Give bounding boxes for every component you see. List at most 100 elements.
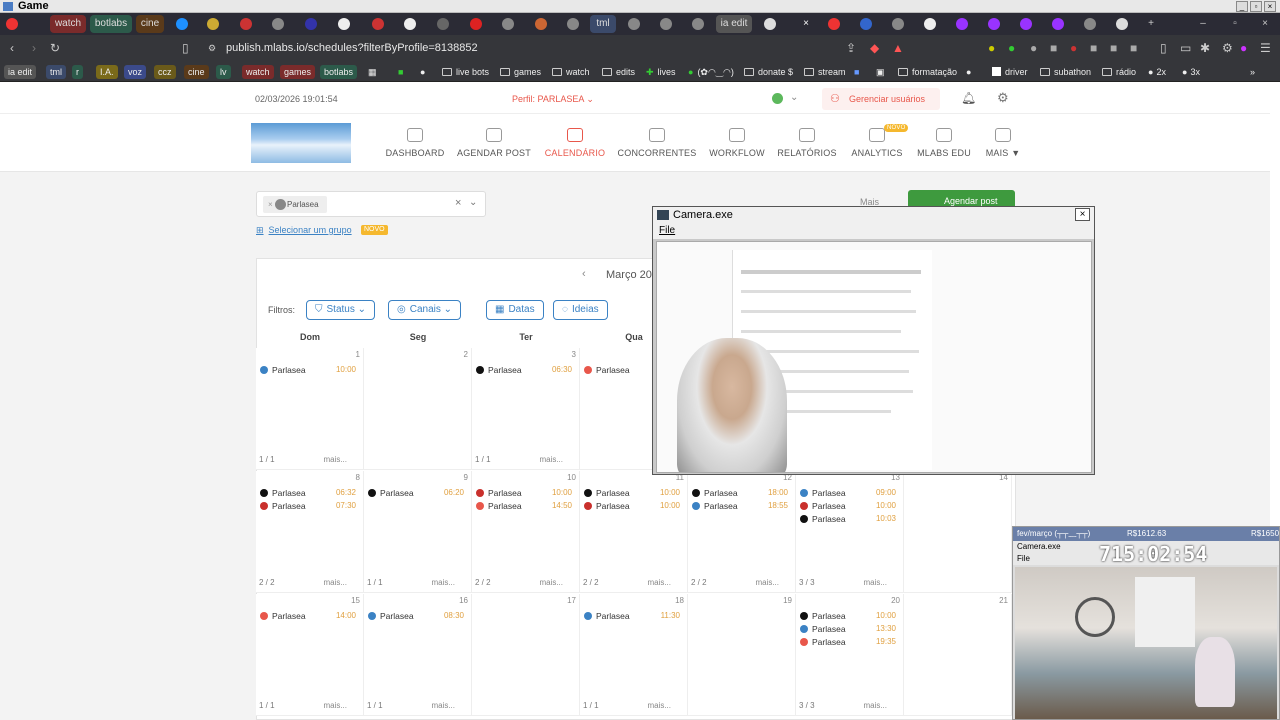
bookmark-item[interactable]: watch	[242, 65, 274, 79]
brave-icon[interactable]: ◆	[870, 41, 879, 55]
nav-dashboard[interactable]: DASHBOARD	[370, 128, 460, 158]
tab-icon[interactable]	[892, 18, 904, 30]
tab-icon[interactable]	[692, 18, 704, 30]
tab-icon[interactable]	[404, 18, 416, 30]
back-icon[interactable]: ‹	[10, 41, 14, 55]
reload-icon[interactable]: ↻	[50, 41, 60, 55]
bookmark-folder[interactable]: rádio	[1102, 65, 1136, 79]
wallet-icon[interactable]: ▭	[1180, 41, 1191, 55]
bookmark-folder[interactable]: subathon	[1040, 65, 1091, 79]
scheduled-post[interactable]: Parlasea 14:00	[260, 611, 360, 621]
prev-month-icon[interactable]: ‹	[582, 268, 586, 280]
extension-icon[interactable]: ■	[1130, 41, 1137, 55]
scheduled-post[interactable]: Parlasea 07:30	[260, 501, 360, 511]
camera-window[interactable]: Camera.exe × File	[652, 206, 1095, 475]
profile-icon[interactable]: ●	[1240, 41, 1247, 55]
rewards-icon[interactable]: ▲	[892, 41, 904, 55]
bookmark-item[interactable]: driver	[992, 65, 1028, 79]
nav-concorrentes[interactable]: CONCORRENTES	[612, 128, 702, 158]
filter-dates-button[interactable]: ▦ Datas	[486, 300, 544, 320]
tab-icon[interactable]	[660, 18, 672, 30]
scheduled-post[interactable]: Parlasea 06:32	[260, 488, 360, 498]
extension-icon[interactable]: ■	[1050, 41, 1057, 55]
file-menu[interactable]: File	[653, 223, 1094, 239]
tab-icon[interactable]	[956, 18, 968, 30]
tab-botlabs[interactable]: botlabs	[90, 15, 132, 33]
tab-icon[interactable]	[828, 18, 840, 30]
close-window-button[interactable]: ×	[1264, 1, 1276, 12]
bookmark-item[interactable]: ● (✿◠‿◠)	[688, 65, 734, 79]
tab-icon[interactable]	[207, 18, 219, 30]
bookmark-item[interactable]: ● 2x	[1148, 65, 1166, 79]
more-link[interactable]: mais...	[323, 701, 347, 710]
bookmark-icon[interactable]: ●	[966, 65, 971, 79]
more-link[interactable]: mais...	[647, 701, 671, 710]
tab-icon[interactable]	[176, 18, 188, 30]
site-info-icon[interactable]: ⚙	[208, 41, 216, 55]
calendar-day-cell[interactable]: 11 Parlasea 10:00 Parlasea 10:00 2 / 2 mais...	[580, 471, 688, 593]
gear-icon[interactable]: ⚙	[997, 90, 1009, 106]
tab-icon[interactable]	[338, 18, 350, 30]
extension-icon[interactable]: ●	[1008, 41, 1015, 55]
more-link[interactable]: mais...	[863, 701, 887, 710]
nav-agendar-post[interactable]: AGENDAR POST	[449, 128, 539, 158]
bookmark-item[interactable]: lv	[216, 65, 231, 79]
extension-icon[interactable]: ■	[1090, 41, 1097, 55]
bookmark-item[interactable]: botlabs	[320, 65, 358, 79]
bookmark-folder[interactable]: games	[500, 65, 541, 79]
tab-icon[interactable]	[372, 18, 384, 30]
filter-channels-button[interactable]: ◎ Canais ⌄	[388, 300, 462, 320]
scheduled-post[interactable]: Parlasea 06:20	[368, 488, 468, 498]
scheduled-post[interactable]: Parlasea 19:35	[800, 637, 900, 647]
more-link[interactable]: mais...	[431, 578, 455, 587]
bookmark-folder[interactable]: live bots	[442, 65, 489, 79]
tab-tml[interactable]: tml	[590, 15, 616, 33]
scheduled-post[interactable]: Parlasea 10:03	[800, 514, 900, 524]
more-link[interactable]: mais...	[431, 701, 455, 710]
close-icon[interactable]: ×	[1075, 208, 1090, 221]
more-link[interactable]: mais...	[539, 578, 563, 587]
chevron-down-icon[interactable]: ⌄	[469, 197, 477, 208]
extension-icon[interactable]: ●	[1030, 41, 1037, 55]
tab-icon[interactable]	[628, 18, 640, 30]
menu-icon[interactable]: ☰	[1260, 41, 1271, 55]
tab-icon[interactable]	[470, 18, 482, 30]
youtube-icon[interactable]	[6, 18, 18, 30]
bookmark-icon[interactable]: ▯	[182, 41, 189, 55]
forward-icon[interactable]: ›	[32, 41, 36, 55]
bookmark-folder[interactable]: watch	[552, 65, 590, 79]
close-icon[interactable]: ×	[1258, 15, 1272, 33]
tab-ia-edit[interactable]: ia edit	[716, 15, 752, 33]
share-icon[interactable]: ⇪	[846, 41, 856, 55]
manage-users-button[interactable]: ⚇ Gerenciar usuários	[822, 88, 940, 110]
scheduled-post[interactable]: Parlasea 10:00	[800, 501, 900, 511]
bookmark-item[interactable]: cine	[184, 65, 209, 79]
scheduled-post[interactable]: Parlasea 10:00	[260, 365, 360, 375]
clear-icon[interactable]: ×	[455, 197, 461, 209]
apps-grid-icon[interactable]: ▦	[368, 65, 377, 79]
tab-icon[interactable]	[567, 18, 579, 30]
extension-icon[interactable]: ●	[988, 41, 995, 55]
bell-icon[interactable]: 🔔︎	[961, 91, 976, 105]
scheduled-post[interactable]: Parlasea 09:00	[800, 488, 900, 498]
scheduled-post[interactable]: Parlasea 11:30	[584, 611, 684, 621]
extension-icon[interactable]: ■	[1110, 41, 1117, 55]
scheduled-post[interactable]: Parlasea 10:00	[584, 501, 684, 511]
bookmark-folder[interactable]: formatação	[898, 65, 957, 79]
bookmark-item[interactable]: voz	[124, 65, 147, 79]
more-bookmarks-icon[interactable]: »	[1250, 65, 1255, 79]
scheduled-post[interactable]: Parlasea 13:30	[800, 624, 900, 634]
profile-chip[interactable]: × Parlasea	[263, 196, 327, 213]
scheduled-post[interactable]: Parlasea 08:30	[368, 611, 468, 621]
tab-icon[interactable]	[764, 18, 776, 30]
more-link[interactable]: mais...	[863, 578, 887, 587]
bookmark-folder[interactable]: stream	[804, 65, 846, 79]
profile-selector[interactable]: Perfil: PARLASEA ⌄	[512, 94, 594, 105]
calendar-day-cell[interactable]: 20 Parlasea 10:00 Parlasea 13:30 Parlasea 19:3…	[796, 594, 904, 716]
minimize-button[interactable]: _	[1236, 1, 1248, 12]
bookmark-icon[interactable]: ▣	[876, 65, 885, 79]
scheduled-post[interactable]: Parlasea 10:00	[476, 488, 576, 498]
maximize-button[interactable]: ▫	[1250, 1, 1262, 12]
calendar-day-cell[interactable]: 8 Parlasea 06:32 Parlasea 07:30 2 / 2 mais...	[256, 471, 364, 593]
extension-icon[interactable]: ●	[1070, 41, 1077, 55]
